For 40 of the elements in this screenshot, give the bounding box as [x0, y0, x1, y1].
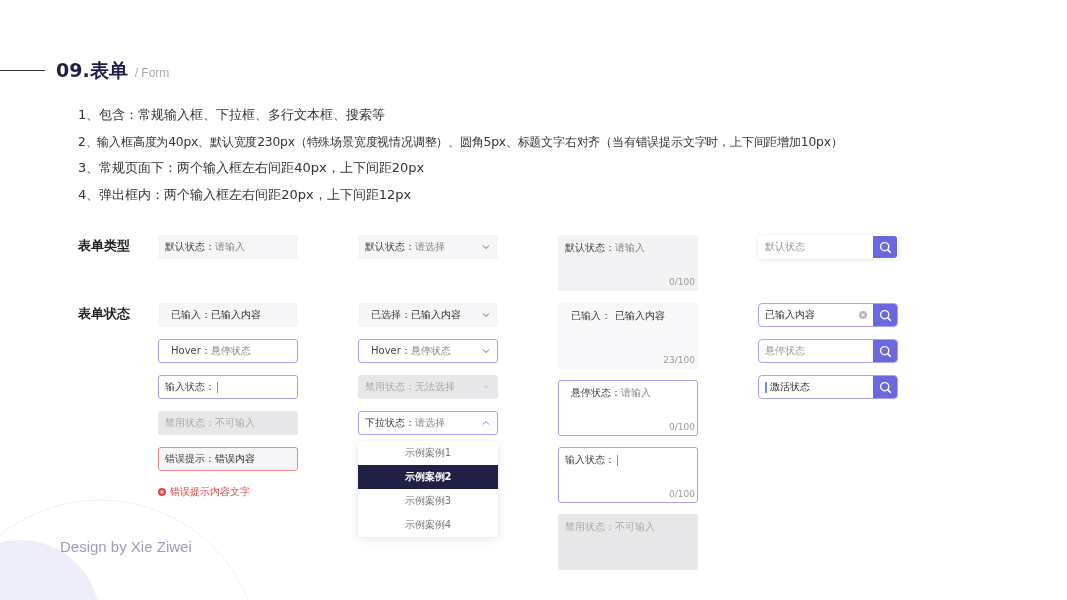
note-text: 1、包含：常规输入框、下拉框、多行文本框、搜索等: [78, 106, 387, 124]
menu-option[interactable]: 示例案例4: [358, 513, 498, 537]
chevron-down-icon: [481, 310, 491, 320]
row-label: 表单状态: [78, 305, 130, 323]
dropdown-field[interactable]: Hover：悬停状态: [358, 339, 498, 363]
dropdown-field[interactable]: 下拉状态：请选择: [358, 411, 498, 435]
character-counter: 23/100: [663, 355, 695, 365]
text-cursor-icon: [617, 454, 618, 466]
dropdown-field[interactable]: 已选择：已输入内容: [358, 303, 498, 327]
chevron-up-icon: [481, 418, 491, 428]
input-field[interactable]: Hover：悬停状态: [158, 339, 298, 363]
text-area[interactable]: 已输入： 已输入内容 23/100: [558, 303, 698, 369]
section-subtitle: / Form: [134, 66, 170, 80]
menu-option[interactable]: 示例案例2: [358, 465, 498, 489]
section-title: 09.表单: [56, 58, 128, 82]
text-area[interactable]: 默认状态：请输入 0/100: [558, 235, 698, 291]
row-label: 表单类型: [78, 237, 130, 255]
character-counter: 0/100: [669, 277, 695, 287]
text-cursor-icon: [217, 381, 218, 393]
dropdown-field[interactable]: 默认状态：请选择: [358, 235, 498, 259]
input-field[interactable]: 输入状态：: [158, 375, 298, 399]
input-field[interactable]: 错误提示：错误内容: [158, 447, 298, 471]
character-counter: 0/100: [669, 422, 695, 432]
character-counter: 0/100: [669, 489, 695, 499]
input-field[interactable]: 默认状态：请输入: [158, 235, 298, 259]
note-text: 2、输入框高度为40px、默认宽度230px（特殊场景宽度视情况调整）、圆角5px、标题文字右对齐（当有错误提示文字时，上下间距增加10px）: [78, 133, 844, 151]
error-message: 错误提示内容文字: [170, 485, 250, 499]
menu-option[interactable]: 示例案例3: [358, 489, 498, 513]
error-icon: [158, 488, 166, 496]
search-button[interactable]: [873, 236, 897, 258]
note-text: 4、弹出框内：两个输入框左右间距20px，上下间距12px: [78, 185, 413, 204]
chevron-down-icon: [481, 346, 491, 356]
note-text: 3、常规页面下：两个输入框左右间距40px，上下间距20px: [78, 159, 426, 177]
text-area[interactable]: 悬停状态：请输入 0/100: [558, 380, 698, 436]
text-area[interactable]: 输入状态： 0/100: [558, 447, 698, 503]
chevron-down-icon: [481, 242, 491, 252]
menu-option[interactable]: 示例案例1: [358, 441, 498, 465]
search-icon: [878, 240, 892, 254]
input-field[interactable]: 已输入：已输入内容: [158, 303, 298, 327]
designer-credit: Design by Xie Ziwei: [60, 538, 192, 555]
